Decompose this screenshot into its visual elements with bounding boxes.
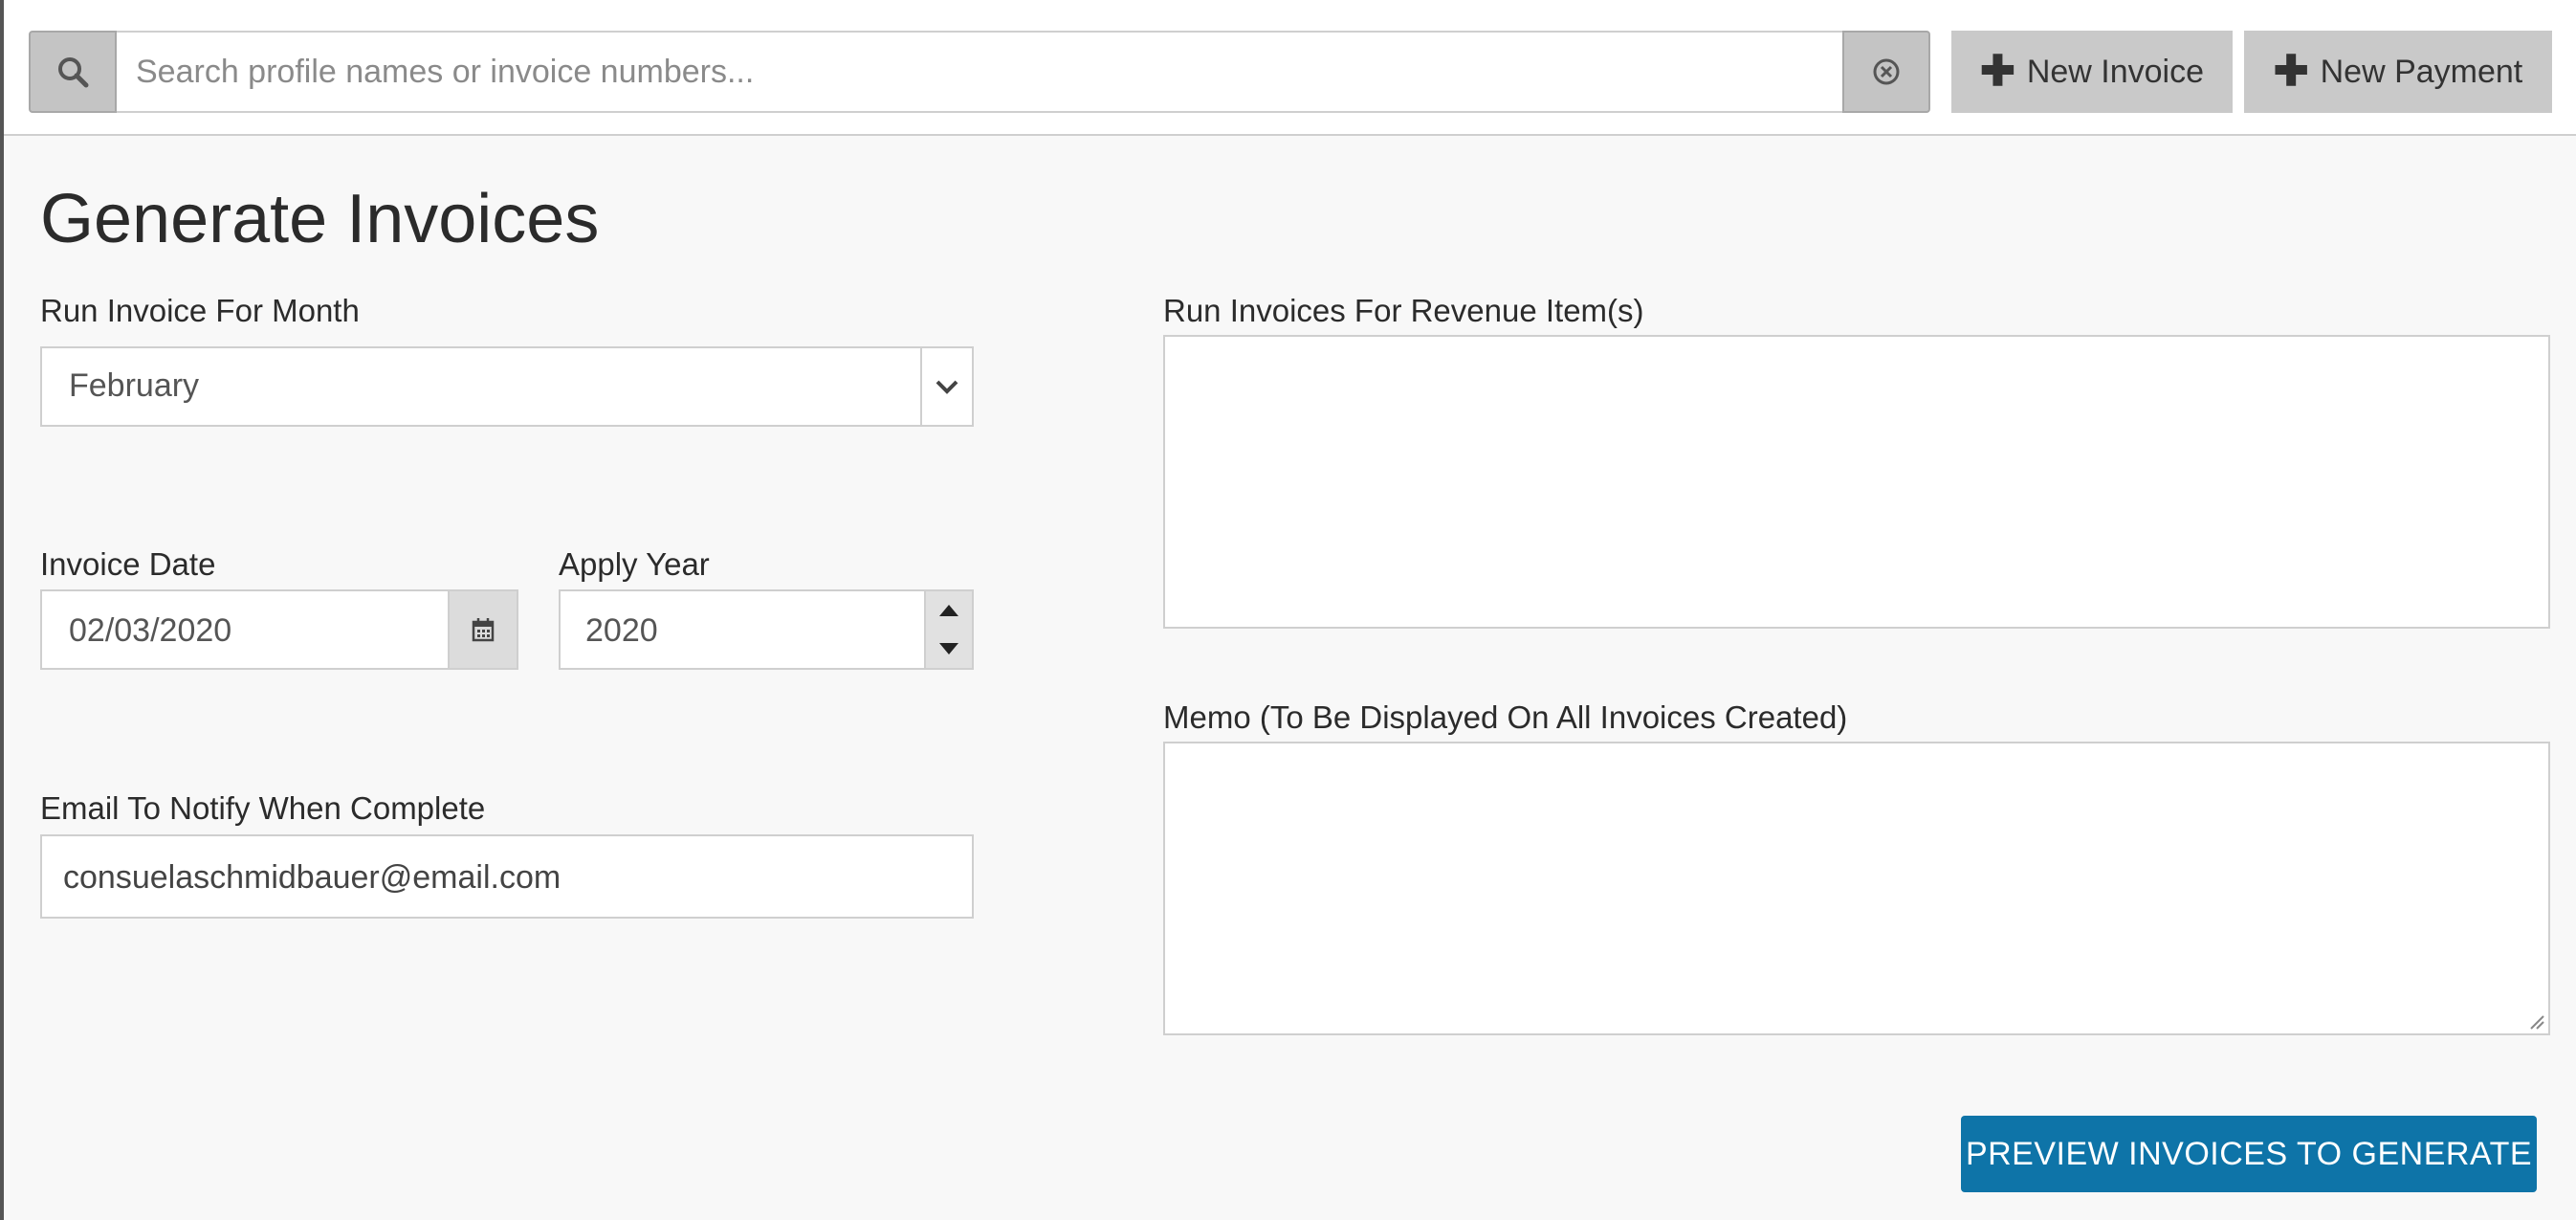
memo-textarea[interactable] — [1163, 742, 2550, 1035]
revenue-items-label: Run Invoices For Revenue Item(s) — [1163, 293, 1644, 328]
month-selected-value: February — [69, 367, 200, 404]
email-field[interactable]: consuelaschmidbauer@email.com — [40, 834, 974, 919]
apply-year-input[interactable]: 2020 — [559, 589, 926, 670]
search-group — [29, 31, 1932, 113]
invoice-date-label: Invoice Date — [40, 546, 216, 582]
new-payment-button[interactable]: ✚ New Payment — [2244, 31, 2552, 113]
chevron-down-icon — [936, 380, 958, 394]
new-invoice-label: New Invoice — [2026, 53, 2205, 90]
search-icon — [58, 57, 89, 88]
preview-invoices-button[interactable]: PREVIEW INVOICES TO GENERATE — [1961, 1116, 2537, 1192]
resize-grip-icon[interactable] — [2527, 1012, 2544, 1030]
top-toolbar: ✚ New Invoice ✚ New Payment — [4, 0, 2576, 136]
plus-icon: ✚ — [2273, 48, 2309, 95]
month-label: Run Invoice For Month — [40, 293, 360, 328]
page-title: Generate Invoices — [40, 181, 600, 257]
email-label: Email To Notify When Complete — [40, 790, 486, 826]
new-payment-label: New Payment — [2320, 53, 2523, 90]
year-spinner — [926, 589, 974, 670]
email-value: consuelaschmidbauer@email.com — [63, 859, 561, 896]
invoice-date-value: 02/03/2020 — [69, 612, 232, 649]
search-button[interactable] — [29, 31, 117, 113]
calendar-icon — [472, 618, 495, 642]
clear-circle-icon — [1873, 58, 1900, 85]
triangle-down-icon — [939, 643, 958, 654]
apply-year-value: 2020 — [585, 612, 658, 649]
clear-search-button[interactable] — [1842, 31, 1930, 113]
triangle-up-icon — [939, 605, 958, 616]
memo-label: Memo (To Be Displayed On All Invoices Cr… — [1163, 699, 1848, 735]
year-decrement-button[interactable] — [926, 630, 972, 668]
plus-icon: ✚ — [1979, 48, 2015, 95]
calendar-button[interactable] — [450, 589, 518, 670]
month-select[interactable]: February — [40, 346, 974, 427]
window-frame-edge — [0, 0, 4, 1220]
search-input[interactable] — [117, 31, 1842, 113]
revenue-items-field[interactable] — [1163, 335, 2550, 629]
new-invoice-button[interactable]: ✚ New Invoice — [1951, 31, 2233, 113]
invoice-date-field[interactable]: 02/03/2020 — [40, 589, 450, 670]
year-increment-button[interactable] — [926, 591, 972, 630]
apply-year-label: Apply Year — [559, 546, 710, 582]
month-dropdown-toggle[interactable] — [920, 348, 972, 425]
